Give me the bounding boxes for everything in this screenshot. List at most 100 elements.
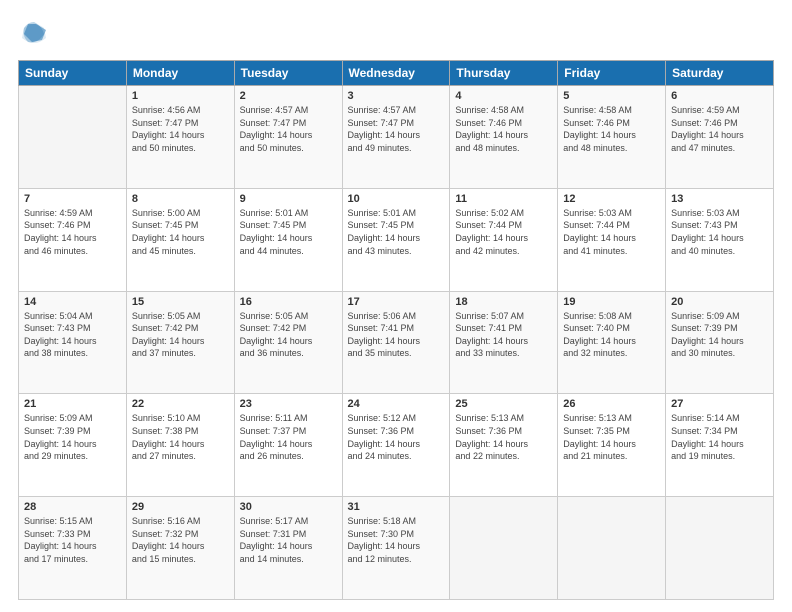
day-number: 31 (348, 501, 445, 513)
day-cell: 18Sunrise: 5:07 AM Sunset: 7:41 PM Dayli… (450, 291, 558, 394)
day-cell: 23 Sunrise: 5:11 AM Sunset: 7:37 PM Dayli… (234, 394, 342, 497)
day-info: Sunrise: 4:59 AM Sunset: 7:46 PM Dayligh… (24, 207, 121, 257)
day-cell: 3Sunrise: 4:57 AM Sunset: 7:47 PM Daylig… (342, 86, 450, 189)
day-info: Sunrise: 5:02 AM Sunset: 7:44 PM Dayligh… (455, 207, 552, 257)
day-number: 10 (348, 193, 445, 205)
day-cell: 25 Sunrise: 5:13 AM Sunset: 7:36 PM Dayli… (450, 394, 558, 497)
day-number: 17 (348, 296, 445, 308)
week-row-5: 28Sunrise: 5:15 AM Sunset: 7:33 PM Dayli… (19, 497, 774, 600)
day-number: 22 (132, 398, 229, 410)
day-cell: 27Sunrise: 5:14 AM Sunset: 7:34 PM Dayli… (666, 394, 774, 497)
weekday-header-monday: Monday (126, 61, 234, 86)
logo (18, 18, 54, 50)
day-number: 14 (24, 296, 121, 308)
day-cell: 10 Sunrise: 5:01 AM Sunset: 7:45 PM Dayli… (342, 188, 450, 291)
day-info: Sunrise: 5:07 AM Sunset: 7:41 PM Dayligh… (455, 310, 552, 360)
day-number: 16 (240, 296, 337, 308)
day-cell: 24 Sunrise: 5:12 AM Sunset: 7:36 PM Dayli… (342, 394, 450, 497)
weekday-header-sunday: Sunday (19, 61, 127, 86)
day-cell: 21Sunrise: 5:09 AM Sunset: 7:39 PM Dayli… (19, 394, 127, 497)
day-number: 15 (132, 296, 229, 308)
day-cell (450, 497, 558, 600)
weekday-header-wednesday: Wednesday (342, 61, 450, 86)
day-cell: 11 Sunrise: 5:02 AM Sunset: 7:44 PM Dayli… (450, 188, 558, 291)
day-cell (19, 86, 127, 189)
day-number: 11 (455, 193, 552, 205)
week-row-2: 7 Sunrise: 4:59 AM Sunset: 7:46 PM Daylig… (19, 188, 774, 291)
day-number: 20 (671, 296, 768, 308)
day-cell: 5 Sunrise: 4:58 AM Sunset: 7:46 PM Daylig… (558, 86, 666, 189)
day-cell: 16 Sunrise: 5:05 AM Sunset: 7:42 PM Dayli… (234, 291, 342, 394)
day-info: Sunrise: 4:56 AM Sunset: 7:47 PM Dayligh… (132, 104, 229, 154)
day-number: 30 (240, 501, 337, 513)
day-info: Sunrise: 5:04 AM Sunset: 7:43 PM Dayligh… (24, 310, 121, 360)
day-info: Sunrise: 5:05 AM Sunset: 7:42 PM Dayligh… (132, 310, 229, 360)
day-cell: 26 Sunrise: 5:13 AM Sunset: 7:35 PM Dayli… (558, 394, 666, 497)
day-number: 23 (240, 398, 337, 410)
day-cell: 31 Sunrise: 5:18 AM Sunset: 7:30 PM Dayli… (342, 497, 450, 600)
day-info: Sunrise: 5:13 AM Sunset: 7:36 PM Dayligh… (455, 412, 552, 462)
day-number: 26 (563, 398, 660, 410)
day-number: 1 (132, 90, 229, 102)
day-cell: 1 Sunrise: 4:56 AM Sunset: 7:47 PM Daylig… (126, 86, 234, 189)
day-info: Sunrise: 5:06 AM Sunset: 7:41 PM Dayligh… (348, 310, 445, 360)
day-number: 27 (671, 398, 768, 410)
day-info: Sunrise: 5:17 AM Sunset: 7:31 PM Dayligh… (240, 515, 337, 565)
day-cell: 7 Sunrise: 4:59 AM Sunset: 7:46 PM Daylig… (19, 188, 127, 291)
day-number: 5 (563, 90, 660, 102)
day-info: Sunrise: 5:01 AM Sunset: 7:45 PM Dayligh… (348, 207, 445, 257)
weekday-header-thursday: Thursday (450, 61, 558, 86)
day-info: Sunrise: 4:58 AM Sunset: 7:46 PM Dayligh… (563, 104, 660, 154)
day-info: Sunrise: 5:10 AM Sunset: 7:38 PM Dayligh… (132, 412, 229, 462)
day-cell (558, 497, 666, 600)
weekday-row: SundayMondayTuesdayWednesdayThursdayFrid… (19, 61, 774, 86)
day-cell: 8 Sunrise: 5:00 AM Sunset: 7:45 PM Daylig… (126, 188, 234, 291)
day-number: 24 (348, 398, 445, 410)
day-cell: 13Sunrise: 5:03 AM Sunset: 7:43 PM Dayli… (666, 188, 774, 291)
day-cell (666, 497, 774, 600)
day-info: Sunrise: 5:16 AM Sunset: 7:32 PM Dayligh… (132, 515, 229, 565)
calendar: SundayMondayTuesdayWednesdayThursdayFrid… (18, 60, 774, 600)
day-info: Sunrise: 5:12 AM Sunset: 7:36 PM Dayligh… (348, 412, 445, 462)
logo-icon (18, 18, 50, 50)
day-cell: 9 Sunrise: 5:01 AM Sunset: 7:45 PM Daylig… (234, 188, 342, 291)
week-row-4: 21Sunrise: 5:09 AM Sunset: 7:39 PM Dayli… (19, 394, 774, 497)
day-cell: 15 Sunrise: 5:05 AM Sunset: 7:42 PM Dayli… (126, 291, 234, 394)
day-cell: 20 Sunrise: 5:09 AM Sunset: 7:39 PM Dayli… (666, 291, 774, 394)
day-info: Sunrise: 5:15 AM Sunset: 7:33 PM Dayligh… (24, 515, 121, 565)
day-info: Sunrise: 5:08 AM Sunset: 7:40 PM Dayligh… (563, 310, 660, 360)
day-info: Sunrise: 5:18 AM Sunset: 7:30 PM Dayligh… (348, 515, 445, 565)
day-info: Sunrise: 5:03 AM Sunset: 7:44 PM Dayligh… (563, 207, 660, 257)
calendar-header: SundayMondayTuesdayWednesdayThursdayFrid… (19, 61, 774, 86)
day-info: Sunrise: 5:01 AM Sunset: 7:45 PM Dayligh… (240, 207, 337, 257)
day-number: 2 (240, 90, 337, 102)
day-info: Sunrise: 5:11 AM Sunset: 7:37 PM Dayligh… (240, 412, 337, 462)
day-cell: 17 Sunrise: 5:06 AM Sunset: 7:41 PM Dayli… (342, 291, 450, 394)
weekday-header-tuesday: Tuesday (234, 61, 342, 86)
day-info: Sunrise: 5:09 AM Sunset: 7:39 PM Dayligh… (671, 310, 768, 360)
day-cell: 4 Sunrise: 4:58 AM Sunset: 7:46 PM Daylig… (450, 86, 558, 189)
day-number: 3 (348, 90, 445, 102)
day-number: 25 (455, 398, 552, 410)
day-info: Sunrise: 5:13 AM Sunset: 7:35 PM Dayligh… (563, 412, 660, 462)
day-cell: 12 Sunrise: 5:03 AM Sunset: 7:44 PM Dayli… (558, 188, 666, 291)
day-cell: 6Sunrise: 4:59 AM Sunset: 7:46 PM Daylig… (666, 86, 774, 189)
day-info: Sunrise: 5:09 AM Sunset: 7:39 PM Dayligh… (24, 412, 121, 462)
day-number: 9 (240, 193, 337, 205)
weekday-header-saturday: Saturday (666, 61, 774, 86)
day-info: Sunrise: 4:59 AM Sunset: 7:46 PM Dayligh… (671, 104, 768, 154)
day-info: Sunrise: 4:58 AM Sunset: 7:46 PM Dayligh… (455, 104, 552, 154)
day-number: 12 (563, 193, 660, 205)
day-cell: 28Sunrise: 5:15 AM Sunset: 7:33 PM Dayli… (19, 497, 127, 600)
day-number: 7 (24, 193, 121, 205)
day-number: 4 (455, 90, 552, 102)
day-info: Sunrise: 5:00 AM Sunset: 7:45 PM Dayligh… (132, 207, 229, 257)
day-number: 29 (132, 501, 229, 513)
day-cell: 30 Sunrise: 5:17 AM Sunset: 7:31 PM Dayli… (234, 497, 342, 600)
day-cell: 29 Sunrise: 5:16 AM Sunset: 7:32 PM Dayli… (126, 497, 234, 600)
day-cell: 2Sunrise: 4:57 AM Sunset: 7:47 PM Daylig… (234, 86, 342, 189)
day-info: Sunrise: 5:03 AM Sunset: 7:43 PM Dayligh… (671, 207, 768, 257)
day-number: 8 (132, 193, 229, 205)
day-cell: 19Sunrise: 5:08 AM Sunset: 7:40 PM Dayli… (558, 291, 666, 394)
day-info: Sunrise: 5:05 AM Sunset: 7:42 PM Dayligh… (240, 310, 337, 360)
